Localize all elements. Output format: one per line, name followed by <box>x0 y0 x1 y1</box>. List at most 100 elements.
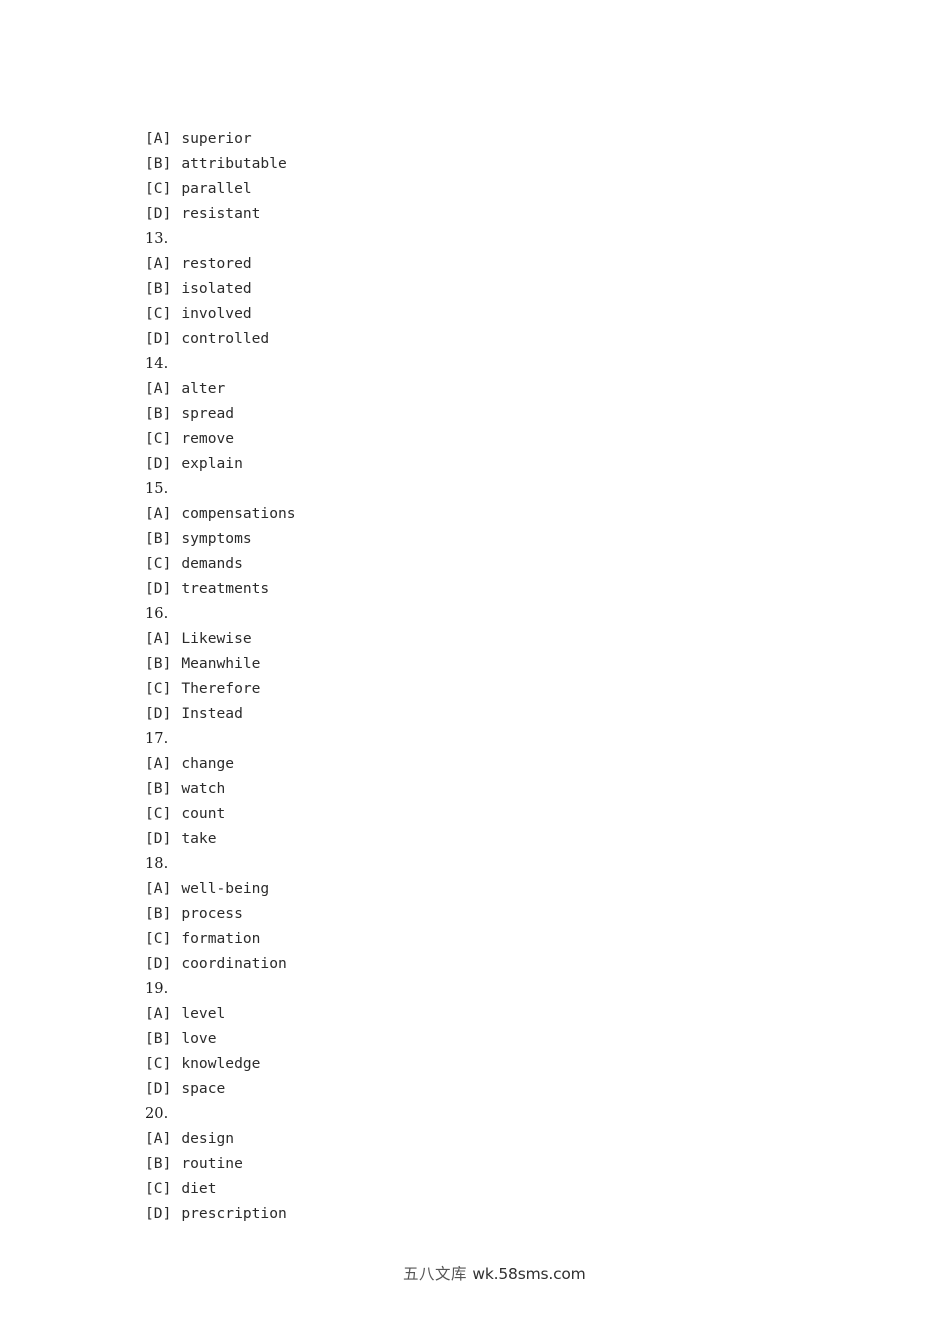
option-letter: [A] <box>145 880 172 897</box>
option-letter: [C] <box>145 305 172 322</box>
option-text: watch <box>181 780 226 797</box>
option-letter: [D] <box>145 705 172 722</box>
answer-option: [C] formation <box>145 926 845 951</box>
option-letter: [C] <box>145 930 172 947</box>
option-letter: [D] <box>145 580 172 597</box>
option-letter: [D] <box>145 830 172 847</box>
option-text: spread <box>181 405 235 422</box>
option-letter: [A] <box>145 255 172 272</box>
answer-option: [A] superior <box>145 126 845 151</box>
option-letter: [C] <box>145 555 172 572</box>
answer-option: [B] love <box>145 1026 845 1051</box>
option-text: design <box>181 1130 235 1147</box>
option-text: demands <box>181 555 243 572</box>
watermark: 五八文库 wk.58sms.com <box>0 1243 950 1303</box>
option-text: change <box>181 755 235 772</box>
option-letter: [A] <box>145 755 172 772</box>
option-letter: [A] <box>145 1005 172 1022</box>
option-text: Instead <box>181 705 243 722</box>
answer-option: [C] diet <box>145 1176 845 1201</box>
option-text: involved <box>181 305 252 322</box>
question-number: 19. <box>145 976 845 1001</box>
option-letter: [B] <box>145 1155 172 1172</box>
question-number-label: 17. <box>145 730 169 747</box>
question-number: 16. <box>145 601 845 626</box>
question-number-label: 14. <box>145 355 169 372</box>
option-text: superior <box>181 130 252 147</box>
option-text: attributable <box>181 155 287 172</box>
answer-option: [D] space <box>145 1076 845 1101</box>
answer-options-list: [A] superior [B] attributable [C] parallel [D]… <box>145 126 845 1226</box>
option-text: count <box>181 805 226 822</box>
option-text: knowledge <box>181 1055 261 1072</box>
question-number-label: 20. <box>145 1105 169 1122</box>
option-letter: [C] <box>145 1055 172 1072</box>
option-letter: [C] <box>145 430 172 447</box>
option-letter: [B] <box>145 530 172 547</box>
option-text: process <box>181 905 243 922</box>
option-letter: [D] <box>145 205 172 222</box>
question-number: 13. <box>145 226 845 251</box>
answer-option: [D] take <box>145 826 845 851</box>
option-text: controlled <box>181 330 270 347</box>
option-text: well-being <box>181 880 270 897</box>
option-text: explain <box>181 455 243 472</box>
option-letter: [D] <box>145 330 172 347</box>
option-letter: [B] <box>145 780 172 797</box>
option-text: isolated <box>181 280 252 297</box>
answer-option: [C] parallel <box>145 176 845 201</box>
answer-option: [A] Likewise <box>145 626 845 651</box>
answer-option: [C] count <box>145 801 845 826</box>
answer-option: [B] symptoms <box>145 526 845 551</box>
question-number: 14. <box>145 351 845 376</box>
answer-option: [B] isolated <box>145 276 845 301</box>
question-number-label: 16. <box>145 605 169 622</box>
answer-option: [C] remove <box>145 426 845 451</box>
option-text: diet <box>181 1180 217 1197</box>
answer-option: [B] watch <box>145 776 845 801</box>
answer-option: [D] explain <box>145 451 845 476</box>
question-number: 15. <box>145 476 845 501</box>
answer-option: [C] involved <box>145 301 845 326</box>
option-letter: [D] <box>145 955 172 972</box>
answer-option: [B] routine <box>145 1151 845 1176</box>
option-letter: [A] <box>145 380 172 397</box>
option-text: take <box>181 830 217 847</box>
option-text: parallel <box>181 180 252 197</box>
document-page: [A] superior [B] attributable [C] parallel [D]… <box>0 0 950 1344</box>
option-text: restored <box>181 255 252 272</box>
answer-option: [B] attributable <box>145 151 845 176</box>
option-text: Meanwhile <box>181 655 261 672</box>
option-text: alter <box>181 380 226 397</box>
option-text: routine <box>181 1155 243 1172</box>
answer-option: [D] prescription <box>145 1201 845 1226</box>
option-text: Therefore <box>181 680 261 697</box>
option-letter: [A] <box>145 505 172 522</box>
answer-option: [A] well-being <box>145 876 845 901</box>
question-number-label: 13. <box>145 230 169 247</box>
option-text: formation <box>181 930 261 947</box>
option-text: resistant <box>181 205 261 222</box>
question-number: 17. <box>145 726 845 751</box>
question-number-label: 18. <box>145 855 169 872</box>
option-text: treatments <box>181 580 270 597</box>
option-letter: [B] <box>145 905 172 922</box>
option-letter: [B] <box>145 155 172 172</box>
question-number: 20. <box>145 1101 845 1126</box>
answer-option: [B] Meanwhile <box>145 651 845 676</box>
option-text: prescription <box>181 1205 287 1222</box>
question-number-label: 15. <box>145 480 169 497</box>
answer-option: [A] change <box>145 751 845 776</box>
answer-option: [A] level <box>145 1001 845 1026</box>
answer-option: [D] resistant <box>145 201 845 226</box>
answer-option: [D] treatments <box>145 576 845 601</box>
option-letter: [A] <box>145 630 172 647</box>
option-text: level <box>181 1005 226 1022</box>
answer-option: [C] Therefore <box>145 676 845 701</box>
question-number: 18. <box>145 851 845 876</box>
answer-option: [C] demands <box>145 551 845 576</box>
answer-option: [B] spread <box>145 401 845 426</box>
answer-option: [D] controlled <box>145 326 845 351</box>
option-letter: [B] <box>145 1030 172 1047</box>
answer-option: [D] Instead <box>145 701 845 726</box>
